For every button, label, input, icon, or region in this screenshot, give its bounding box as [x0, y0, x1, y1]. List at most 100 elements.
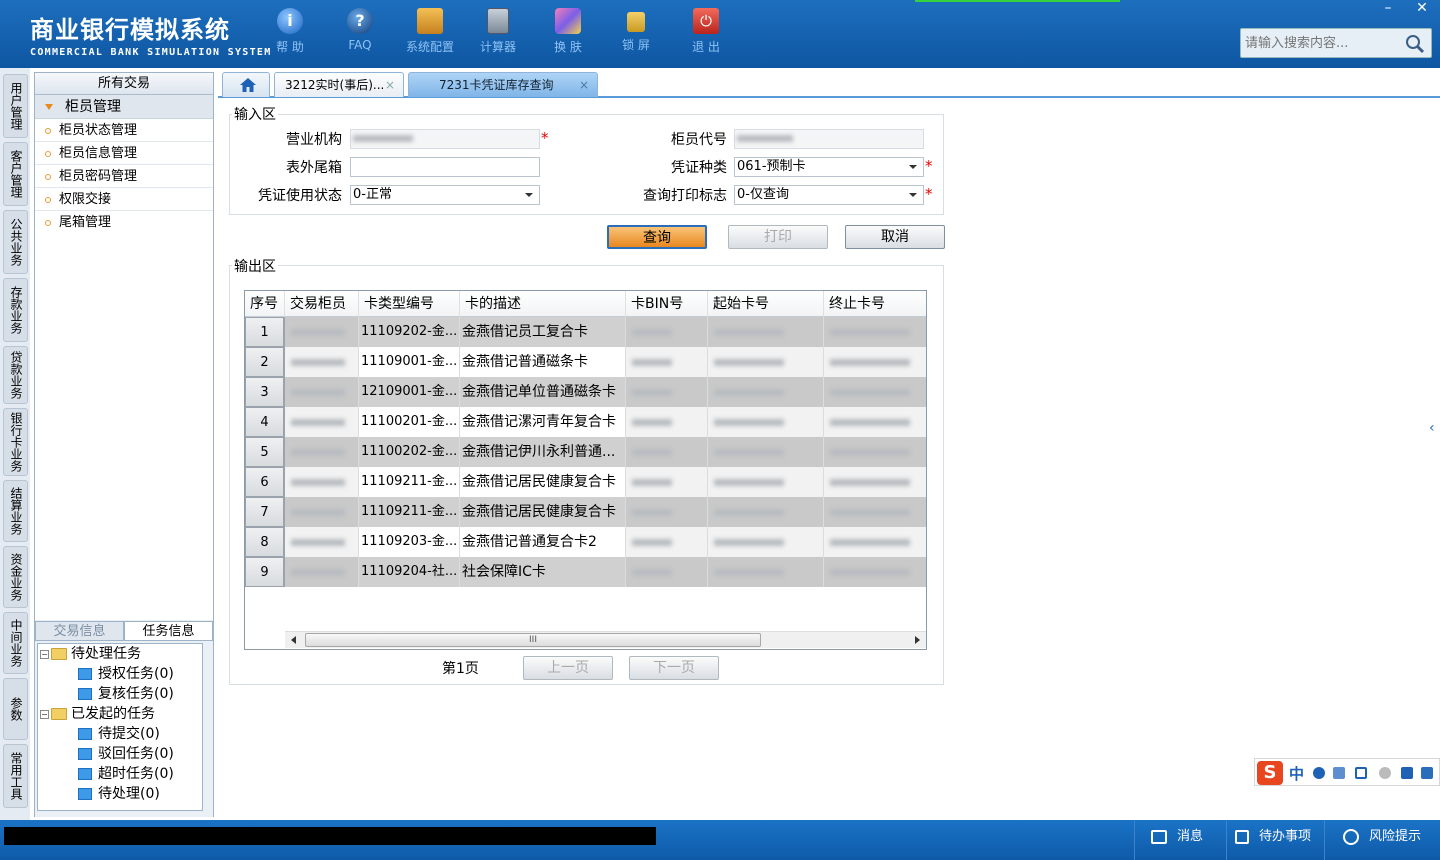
table-row[interactable]: 5 11100202-金... 金燕借记伊川永利普通... — [245, 437, 926, 467]
horizontal-scrollbar[interactable]: III — [285, 631, 926, 648]
table-row[interactable]: 6 11109211-金... 金燕借记居民健康复合卡 — [245, 467, 926, 497]
tab-task-info[interactable]: 任务信息 — [124, 621, 213, 641]
cell-end-no — [824, 347, 926, 377]
risk-alert-button[interactable]: 风险提示 — [1324, 820, 1440, 860]
collapse-icon[interactable]: − — [40, 709, 49, 719]
tree-node-to-submit[interactable]: 待提交(0) — [78, 724, 160, 744]
moon-icon[interactable] — [1313, 767, 1325, 779]
redacted-value — [830, 478, 910, 486]
scroll-left-icon[interactable] — [291, 636, 296, 644]
redacted-value — [353, 135, 413, 142]
table-row[interactable]: 7 11109211-金... 金燕借记居民健康复合卡 — [245, 497, 926, 527]
system-config-label: 系统配置 — [405, 40, 454, 54]
tab-home[interactable] — [222, 72, 270, 97]
print-button[interactable]: 打印 — [728, 225, 828, 249]
query-button[interactable]: 查询 — [607, 225, 707, 249]
system-config-button[interactable]: 系统配置 — [398, 8, 462, 55]
cancel-button[interactable]: 取消 — [845, 225, 945, 249]
keyboard-icon[interactable] — [1355, 767, 1367, 779]
search-input[interactable] — [1241, 29, 1401, 57]
column-header-end-no[interactable]: 终止卡号 — [824, 291, 926, 317]
cell-start-no — [708, 317, 824, 347]
help-button[interactable]: i 帮 助 — [258, 8, 322, 55]
tab-3212[interactable]: 3212实时(事后)... × — [274, 72, 404, 97]
vtab-public-business[interactable]: 公共业务 — [3, 210, 28, 274]
table-row[interactable]: 2 11109001-金... 金燕借记普通磁条卡 — [245, 347, 926, 377]
shirt-icon[interactable] — [1401, 767, 1413, 779]
tree-node-initiated-tasks[interactable]: − 已发起的任务 — [40, 704, 155, 724]
table-row[interactable]: 3 12109001-金... 金燕借记单位普通磁条卡 — [245, 377, 926, 407]
vtab-common-tools[interactable]: 常用工具 — [3, 744, 28, 808]
wrench-icon[interactable] — [1421, 767, 1433, 779]
column-header-start-no[interactable]: 起始卡号 — [708, 291, 824, 317]
ime-mode-toggle[interactable]: 中 — [1289, 763, 1304, 784]
vtab-parameters[interactable]: 参数 — [3, 678, 28, 740]
vtab-bank-card-business[interactable]: 银行卡业务 — [3, 408, 28, 476]
table-row[interactable]: 9 11109204-社... 社会保障IC卡 — [245, 557, 926, 587]
lock-screen-button[interactable]: 锁 屏 — [604, 8, 668, 53]
sidebar-item-teller-password[interactable]: 柜员密码管理 — [35, 165, 213, 188]
redacted-value — [714, 538, 784, 546]
table-row[interactable]: 8 11109203-金... 金燕借记普通复合卡2 — [245, 527, 926, 557]
search-icon[interactable] — [1405, 34, 1425, 54]
close-tab-icon[interactable]: × — [579, 73, 589, 97]
column-header-no[interactable]: 序号 — [245, 291, 285, 317]
table-row[interactable]: 4 11100201-金... 金燕借记漯河青年复合卡 — [245, 407, 926, 437]
sidebar-item-teller-info[interactable]: 柜员信息管理 — [35, 142, 213, 165]
sidebar-item-label: 柜员信息管理 — [59, 146, 138, 161]
tail-box-input[interactable] — [350, 157, 540, 177]
vtab-customer-management[interactable]: 客户管理 — [3, 142, 28, 206]
scroll-thumb[interactable]: III — [305, 633, 761, 647]
panel-collapse-icon[interactable]: ‹ — [1429, 420, 1440, 464]
prev-page-button[interactable]: 上一页 — [523, 656, 613, 680]
faq-button[interactable]: ? FAQ — [328, 8, 392, 52]
calculator-button[interactable]: 计算器 — [466, 8, 530, 55]
vtab-loan-business[interactable]: 贷款业务 — [3, 346, 28, 404]
sidebar-item-permission-handover[interactable]: 权限交接 — [35, 188, 213, 211]
select-value: 0-正常 — [353, 187, 392, 202]
table-row[interactable]: 1 11109202-金... 金燕借记员工复合卡 — [245, 317, 926, 347]
tree-node-rejected[interactable]: 驳回任务(0) — [78, 744, 174, 764]
print-flag-select[interactable]: 0-仅查询 — [734, 185, 924, 205]
sidebar-header[interactable]: 所有交易 — [35, 73, 213, 95]
column-header-card-type[interactable]: 卡类型编号 — [359, 291, 460, 317]
change-skin-button[interactable]: 换 肤 — [536, 8, 600, 55]
tab-7231[interactable]: 7231卡凭证库存查询 × — [408, 72, 598, 97]
vtab-fund-business[interactable]: 资金业务 — [3, 546, 28, 608]
voucher-type-select[interactable]: 061-预制卡 — [734, 157, 924, 177]
teller-field[interactable] — [734, 129, 924, 149]
cell-card-bin — [626, 437, 708, 467]
tree-node-review-tasks[interactable]: 复核任务(0) — [78, 684, 174, 704]
messages-button[interactable]: 消息 — [1134, 820, 1226, 860]
tab-transaction-info[interactable]: 交易信息 — [35, 621, 124, 641]
tree-node-auth-tasks[interactable]: 授权任务(0) — [78, 664, 174, 684]
usage-status-select[interactable]: 0-正常 — [350, 185, 540, 205]
tree-node-to-process[interactable]: 待处理(0) — [78, 784, 160, 804]
redacted-value — [830, 358, 910, 366]
column-header-teller[interactable]: 交易柜员 — [285, 291, 359, 317]
sogou-logo-icon[interactable]: S — [1257, 761, 1283, 785]
vtab-settlement-business[interactable]: 结算业务 — [3, 480, 28, 542]
sidebar-item-teller-status[interactable]: 柜员状态管理 — [35, 119, 213, 142]
column-header-card-desc[interactable]: 卡的描述 — [460, 291, 626, 317]
punctuation-icon[interactable] — [1333, 767, 1345, 779]
vtab-user-management[interactable]: 用户管理 — [3, 74, 28, 138]
tree-node-pending-tasks[interactable]: − 待处理任务 — [40, 644, 141, 664]
todo-button[interactable]: 待办事项 — [1226, 820, 1324, 860]
cell-card-desc: 金燕借记单位普通磁条卡 — [460, 377, 626, 407]
cell-start-no — [708, 497, 824, 527]
exit-button[interactable]: ⏻ 退 出 — [674, 8, 738, 55]
column-header-card-bin[interactable]: 卡BIN号 — [626, 291, 708, 317]
next-page-button[interactable]: 下一页 — [629, 656, 719, 680]
close-tab-icon[interactable]: × — [385, 73, 395, 97]
tree-node-timeout[interactable]: 超时任务(0) — [78, 764, 174, 784]
scroll-right-icon[interactable] — [915, 636, 920, 644]
collapse-icon[interactable]: − — [40, 649, 49, 659]
vtab-deposit-business[interactable]: 存款业务 — [3, 278, 28, 342]
vtab-intermediary-business[interactable]: 中间业务 — [3, 612, 28, 674]
close-window-button[interactable]: ✕ — [1406, 0, 1438, 18]
minimize-button[interactable]: – — [1372, 0, 1404, 18]
sidebar-group-teller[interactable]: 柜员管理 — [35, 95, 213, 119]
user-icon[interactable] — [1379, 767, 1391, 779]
org-field[interactable] — [350, 129, 540, 149]
